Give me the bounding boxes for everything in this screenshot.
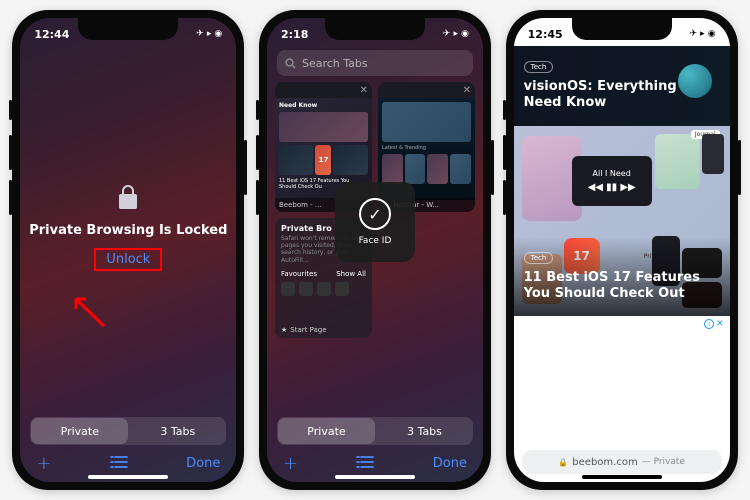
- close-icon[interactable]: ✕: [360, 85, 368, 96]
- face-id-overlay: ✓ Face ID: [335, 182, 415, 262]
- search-placeholder: Search Tabs: [302, 57, 368, 70]
- checkmark-icon: ✓: [359, 198, 391, 230]
- music-controls-icon: ◀◀ ▮▮ ▶▶: [588, 182, 636, 193]
- favourite-icon[interactable]: [281, 282, 295, 296]
- device-mock-tablet: [655, 134, 700, 189]
- segment-private[interactable]: Private: [31, 418, 128, 444]
- volume-up-button[interactable]: [9, 135, 12, 170]
- home-indicator[interactable]: [88, 475, 168, 479]
- device-mock-phone-small: [702, 134, 724, 174]
- phone-frame-2: 2:18 ✈ ▸ ◉ Search Tabs ✕ Need Know 17 11…: [259, 10, 491, 490]
- screen-locked: 12:44 ✈ ▸ ◉ Private Browsing Is Locked U…: [20, 18, 236, 482]
- done-button[interactable]: Done: [186, 456, 220, 471]
- screen-webpage: 12:45 ✈ ▸ ◉ Tech visionOS: Everything Yo…: [514, 18, 730, 482]
- power-button[interactable]: [244, 140, 247, 195]
- category-tag[interactable]: Tech: [524, 61, 554, 73]
- unlock-button[interactable]: Unlock: [94, 248, 162, 271]
- volume-mute-switch[interactable]: [9, 100, 12, 120]
- locked-panel: Private Browsing Is Locked Unlock: [20, 183, 236, 271]
- status-icons: ✈ ▸ ◉: [689, 29, 715, 39]
- home-indicator[interactable]: [582, 475, 662, 479]
- done-button[interactable]: Done: [433, 456, 467, 471]
- clock: 12:44: [34, 28, 69, 41]
- locked-title: Private Browsing Is Locked: [20, 223, 236, 238]
- phone-frame-1: 12:44 ✈ ▸ ◉ Private Browsing Is Locked U…: [12, 10, 244, 490]
- notch: [78, 18, 178, 40]
- category-tag[interactable]: Tech: [524, 252, 554, 264]
- tab-list-icon[interactable]: [109, 453, 129, 474]
- volume-down-button[interactable]: [503, 180, 506, 215]
- segment-tabs[interactable]: 3 Tabs: [129, 417, 226, 445]
- music-track-label: All I Need: [593, 169, 631, 178]
- search-icon: [285, 58, 296, 69]
- clock: 12:45: [528, 28, 563, 41]
- private-mode-label: — Private: [642, 457, 685, 467]
- face-id-label: Face ID: [359, 236, 392, 246]
- article-overlay[interactable]: Tech 11 Best iOS 17 Features You Should …: [514, 237, 730, 317]
- hero-graphic: [678, 64, 712, 98]
- favourites-label: Favourites: [281, 270, 317, 278]
- segment-tabs[interactable]: 3 Tabs: [376, 417, 473, 445]
- home-indicator[interactable]: [335, 475, 415, 479]
- lock-icon: 🔒: [558, 458, 568, 467]
- star-icon: ★: [281, 326, 287, 334]
- status-icons: ✈ ▸ ◉: [196, 29, 222, 39]
- url-text: beebom.com: [572, 457, 637, 468]
- phone-frame-3: 12:45 ✈ ▸ ◉ Tech visionOS: Everything Yo…: [506, 10, 738, 490]
- lock-icon: [20, 183, 236, 211]
- bottom-toolbar: Private 3 Tabs + Done: [267, 411, 483, 482]
- article-title: 11 Best iOS 17 Features You Should Check…: [524, 270, 720, 303]
- clock: 2:18: [281, 28, 308, 41]
- tab-group-segmented[interactable]: Private 3 Tabs: [277, 417, 473, 445]
- screen-tabs: 2:18 ✈ ▸ ◉ Search Tabs ✕ Need Know 17 11…: [267, 18, 483, 482]
- article-hero[interactable]: Tech visionOS: Everything You Need Know: [514, 46, 730, 126]
- url-bar[interactable]: 🔒 beebom.com — Private: [522, 450, 722, 474]
- volume-up-button[interactable]: [256, 135, 259, 170]
- close-icon[interactable]: ✕: [463, 85, 471, 96]
- search-tabs-input[interactable]: Search Tabs: [277, 50, 473, 76]
- favourite-icon[interactable]: [335, 282, 349, 296]
- tab-list-icon[interactable]: [355, 453, 375, 474]
- notch: [572, 18, 672, 40]
- status-icons: ✈ ▸ ◉: [443, 29, 469, 39]
- volume-mute-switch[interactable]: [256, 100, 259, 120]
- new-tab-button[interactable]: +: [36, 453, 51, 474]
- annotation-arrow-icon: [64, 291, 114, 331]
- bottom-toolbar: Private 3 Tabs + Done: [20, 411, 236, 482]
- start-page-label: Start Page: [290, 326, 326, 334]
- ad-info-icon[interactable]: i: [704, 319, 714, 329]
- segment-private[interactable]: Private: [278, 418, 375, 444]
- power-button[interactable]: [738, 140, 741, 195]
- volume-up-button[interactable]: [503, 135, 506, 170]
- tab-group-segmented[interactable]: Private 3 Tabs: [30, 417, 226, 445]
- volume-mute-switch[interactable]: [503, 100, 506, 120]
- show-all-link[interactable]: Show All: [336, 270, 366, 278]
- new-tab-button[interactable]: +: [283, 453, 298, 474]
- device-mock-music: All I Need ◀◀ ▮▮ ▶▶: [572, 156, 652, 206]
- favourite-icon[interactable]: [299, 282, 313, 296]
- notch: [325, 18, 425, 40]
- ad-close-icon[interactable]: ✕: [716, 319, 724, 329]
- volume-down-button[interactable]: [256, 180, 259, 215]
- power-button[interactable]: [491, 140, 494, 195]
- feature-image: All I Need ◀◀ ▮▮ ▶▶ Journal 17 Priya Sha…: [514, 126, 730, 316]
- volume-down-button[interactable]: [9, 180, 12, 215]
- favourite-icon[interactable]: [317, 282, 331, 296]
- webpage-content[interactable]: Tech visionOS: Everything You Need Know …: [514, 46, 730, 452]
- ad-marker: i ✕: [514, 316, 730, 332]
